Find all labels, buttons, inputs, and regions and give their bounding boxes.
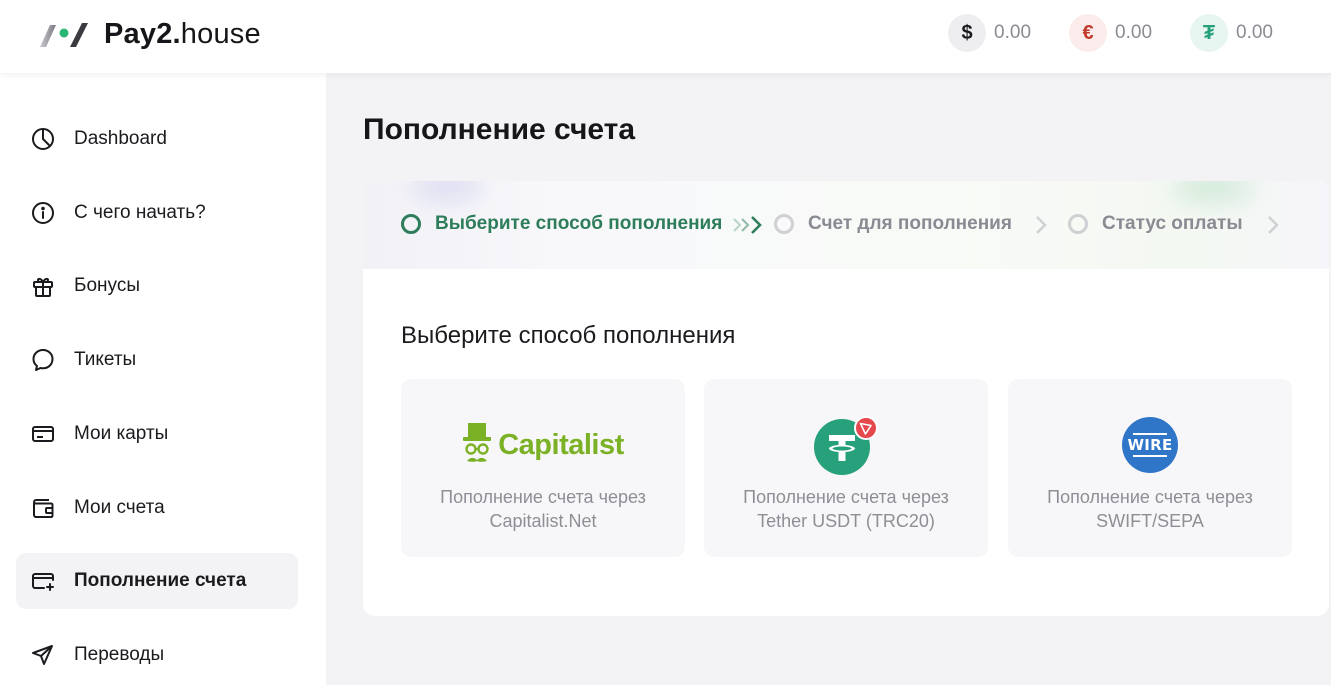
chevron-right-icon	[1036, 216, 1047, 234]
top-header: Pay2.house $ 0.00 € 0.00 ₮ 0.00	[0, 0, 1331, 73]
chevron-right-icon	[1268, 216, 1279, 234]
step-circle-icon	[774, 214, 794, 234]
sidebar-item-tickets[interactable]: Тикеты	[16, 332, 298, 388]
logo-mark-icon	[40, 22, 88, 47]
logo-text-bold: Pay2.	[104, 18, 181, 50]
method-line1: Пополнение счета через	[440, 487, 646, 507]
balance-usdt[interactable]: ₮ 0.00	[1190, 14, 1273, 52]
sidebar-item-top-up[interactable]: Пополнение счета	[16, 553, 298, 609]
top-up-card: Выберите способ пополнения Счет для попо…	[363, 181, 1329, 616]
method-swift-sepa[interactable]: WIRE Пополнение счета через SWIFT/SEPA	[1008, 379, 1292, 557]
step-circle-icon	[401, 214, 421, 234]
dollar-icon: $	[948, 14, 987, 52]
sidebar-item-label: Мои карты	[74, 423, 169, 444]
sidebar: Dashboard С чего начать? Бонусы Тикеты М…	[0, 73, 326, 685]
method-line1: Пополнение счета через	[743, 487, 949, 507]
sidebar-item-dashboard[interactable]: Dashboard	[16, 111, 298, 167]
step-choose-method: Выберите способ пополнения	[401, 213, 722, 235]
balance-usdt-value: 0.00	[1236, 22, 1273, 43]
method-description: Пополнение счета через SWIFT/SEPA	[1008, 485, 1292, 533]
card-add-icon	[32, 573, 54, 591]
capitalist-logo-icon	[463, 423, 492, 462]
step-payment-status: Статус оплаты	[1068, 213, 1243, 235]
sidebar-item-label: Мои счета	[74, 497, 165, 518]
sidebar-item-bonuses[interactable]: Бонусы	[16, 258, 298, 314]
sidebar-item-label: С чего начать?	[74, 202, 206, 223]
wire-icon: WIRE	[1122, 417, 1178, 473]
gift-icon	[33, 278, 53, 297]
wire-logo-text: WIRE	[1127, 436, 1173, 454]
decor-glow	[413, 181, 483, 201]
step-circle-icon	[1068, 214, 1088, 234]
method-line2: Tether USDT (TRC20)	[757, 511, 935, 531]
section-title: Выберите способ пополнения	[401, 322, 736, 349]
sidebar-item-my-cards[interactable]: Мои карты	[16, 406, 298, 462]
balance-eur-value: 0.00	[1115, 22, 1153, 43]
wire-line-bottom	[1133, 455, 1167, 457]
method-line2: SWIFT/SEPA	[1096, 511, 1204, 531]
sidebar-item-label: Переводы	[74, 644, 165, 665]
method-line2: Capitalist.Net	[489, 511, 597, 531]
steps-bar: Выберите способ пополнения Счет для попо…	[363, 181, 1329, 269]
capitalist-logo: Capitalist	[401, 415, 685, 475]
wire-logo: WIRE	[1008, 415, 1292, 475]
step-label: Выберите способ пополнения	[435, 213, 723, 234]
logo-text-light: house	[180, 18, 261, 50]
wallet-icon	[33, 499, 54, 518]
sidebar-item-label: Бонусы	[74, 275, 140, 296]
sidebar-item-label: Dashboard	[74, 128, 167, 149]
method-description: Пополнение счета через Tether USDT (TRC2…	[704, 485, 988, 533]
wire-line-top	[1133, 433, 1167, 435]
double-chevron-icon	[733, 216, 762, 234]
send-icon	[32, 645, 53, 665]
balance-usd-value: 0.00	[994, 22, 1032, 43]
step-label: Статус оплаты	[1102, 213, 1243, 234]
balance-usd[interactable]: $ 0.00	[948, 14, 1031, 52]
sidebar-item-label: Тикеты	[74, 349, 137, 370]
cards-icon	[32, 426, 54, 442]
method-tether-trc20[interactable]: Пополнение счета через Tether USDT (TRC2…	[704, 379, 988, 557]
page-title: Пополнение счета	[363, 113, 636, 146]
tether-icon: ₮	[1190, 14, 1229, 52]
sidebar-item-my-accounts[interactable]: Мои счета	[16, 480, 298, 536]
capitalist-logo-text: Capitalist	[498, 428, 624, 461]
pie-chart-icon	[32, 128, 54, 150]
logo[interactable]: Pay2.house	[38, 18, 261, 51]
method-description: Пополнение счета через Capitalist.Net	[401, 485, 685, 533]
sidebar-item-getting-started[interactable]: С чего начать?	[16, 185, 298, 241]
chat-icon	[32, 349, 54, 371]
decor-glow	[1173, 181, 1253, 203]
method-line1: Пополнение счета через	[1047, 487, 1253, 507]
sidebar-item-transfers[interactable]: Переводы	[16, 627, 298, 683]
method-capitalist[interactable]: Capitalist Пополнение счета через Capita…	[401, 379, 685, 557]
sidebar-item-label: Пополнение счета	[74, 570, 247, 591]
info-icon	[32, 202, 54, 224]
balance-eur[interactable]: € 0.00	[1069, 14, 1152, 52]
step-account: Счет для пополнения	[774, 213, 1012, 235]
tether-logo	[704, 415, 988, 475]
tether-trc20-icon	[814, 416, 878, 475]
balances: $ 0.00 € 0.00 ₮ 0.00	[910, 14, 1273, 52]
step-label: Счет для пополнения	[808, 213, 1012, 234]
euro-icon: €	[1069, 14, 1108, 52]
